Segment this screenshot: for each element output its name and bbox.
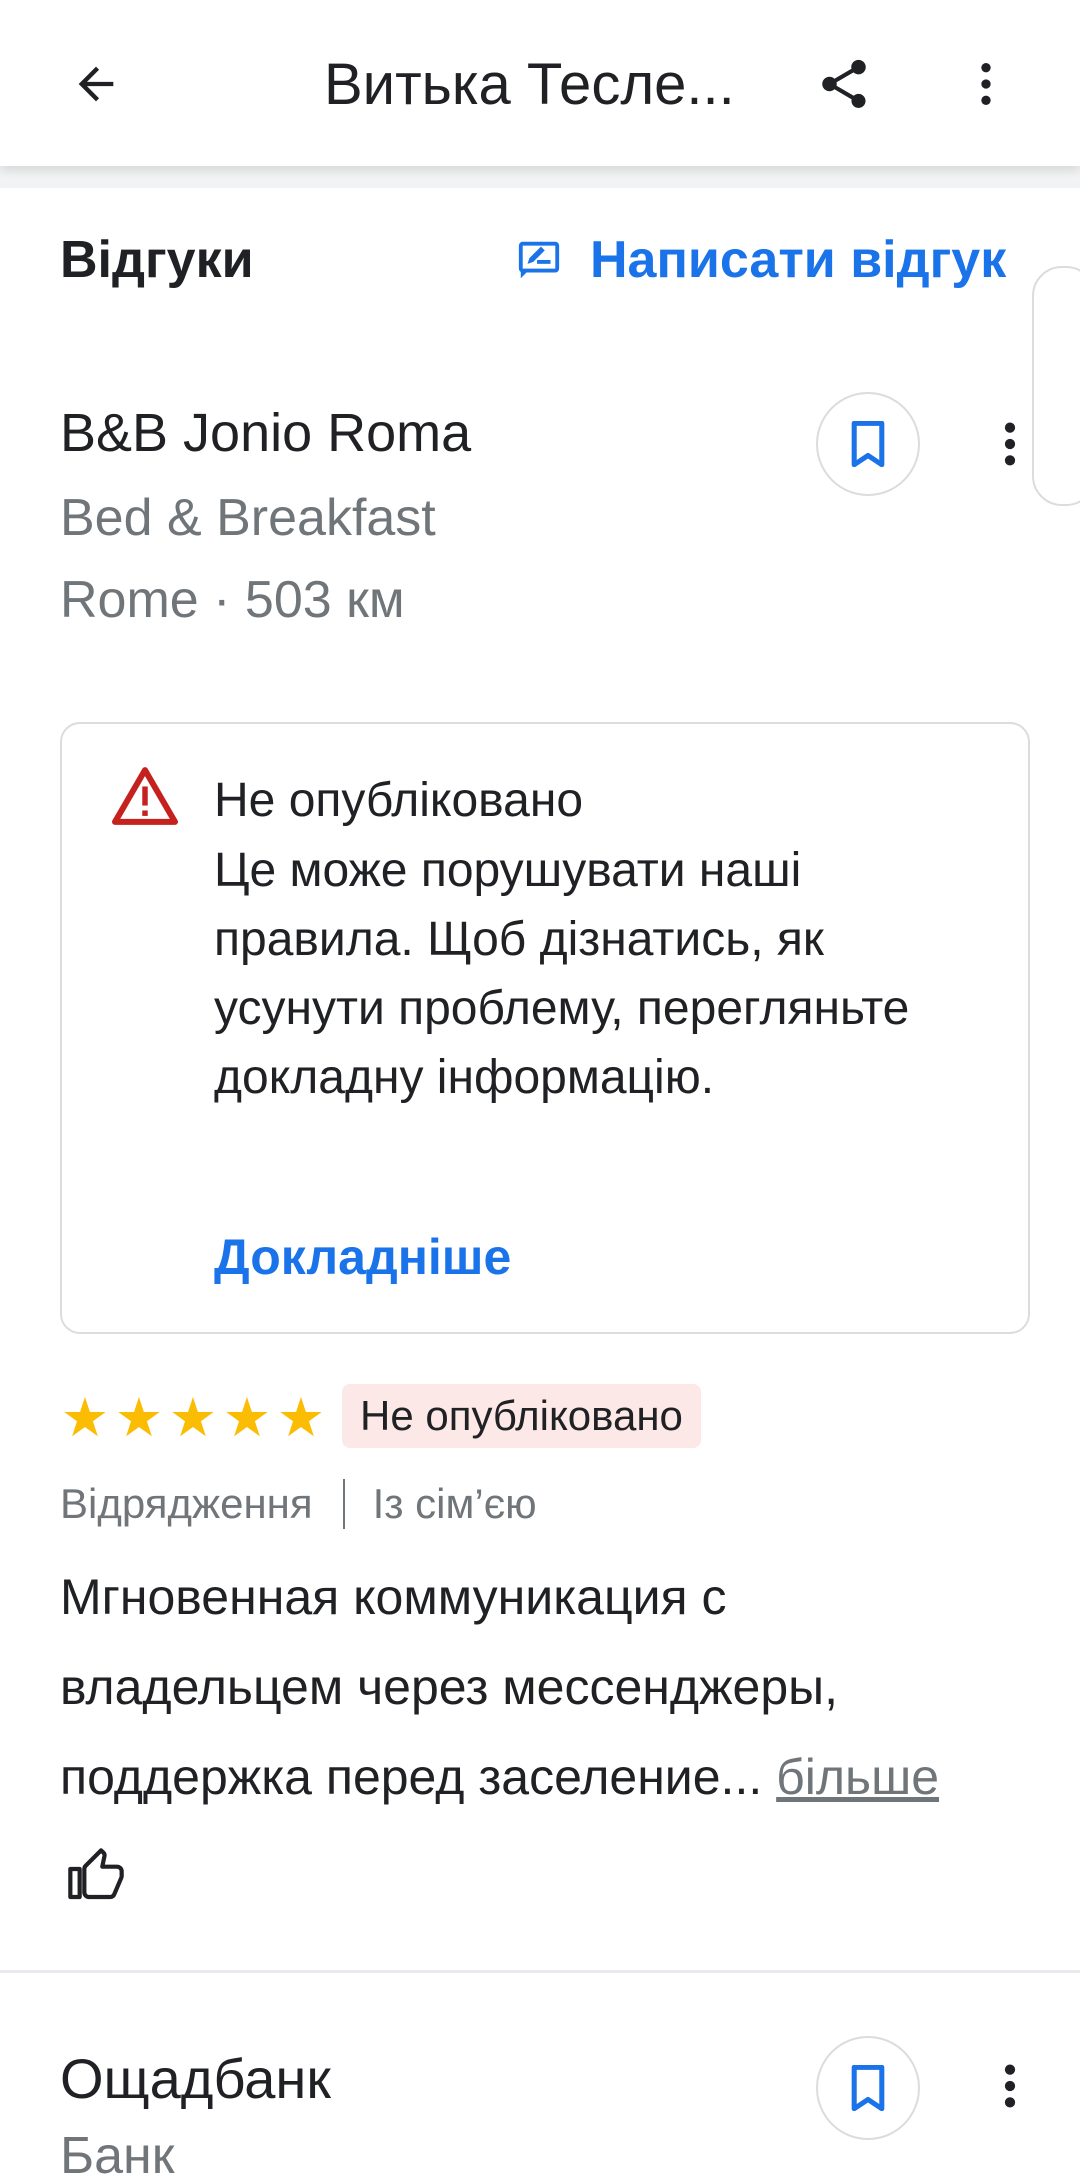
appbar-shadow-band [0, 166, 1080, 188]
more-vert-icon [981, 63, 991, 105]
rate-review-icon [516, 236, 564, 284]
review-options-button[interactable] [990, 404, 1030, 484]
place-type: Банк [60, 2127, 175, 2174]
top-app-bar: Витька Теслe... [0, 0, 1080, 166]
more-options-button[interactable] [950, 48, 1022, 120]
star-icon: ★ [276, 1388, 326, 1448]
warning-body: Це може порушувати наші правила. Щоб діз… [214, 844, 910, 1104]
place-location: Rome · 503 км [60, 571, 405, 629]
learn-more-link[interactable]: Докладніше [214, 1224, 511, 1290]
review-page: Витька Теслe... Відгуки Написати відгук … [0, 0, 1080, 2174]
save-place-button[interactable] [816, 392, 920, 496]
tag-business-trip: Відрядження [60, 1480, 313, 1527]
place-name[interactable]: Ощадбанк [60, 2044, 331, 2114]
not-published-card: Не опубліковано Це може порушувати наші … [60, 722, 1030, 1334]
review-text: Мгновенная коммуникация с владельцем чер… [60, 1552, 1050, 1822]
bookmark-icon [851, 2065, 885, 2111]
arrow-back-icon [78, 66, 114, 102]
bookmark-icon [851, 421, 885, 467]
review-text-line-3: поддержка перед заселение... [60, 1749, 763, 1805]
more-link[interactable]: більше [776, 1749, 939, 1805]
star-icon: ★ [168, 1388, 218, 1448]
page-title: Витька Теслe... [324, 52, 735, 117]
place-name[interactable]: B&B Jonio Roma [60, 398, 471, 468]
review-tags: Відрядження Із сім’єю [60, 1474, 537, 1534]
review-divider [0, 1970, 1080, 1973]
warning-title: Не опубліковано [214, 774, 584, 827]
section-title: Відгуки [60, 231, 254, 289]
share-icon [822, 59, 866, 108]
scroll-handle[interactable] [1032, 266, 1080, 506]
review-text-line: поддержка перед заселение... більше [60, 1732, 1050, 1822]
thumb-up-icon [68, 1848, 124, 1900]
star-icon: ★ [222, 1388, 272, 1448]
status-badge: Не опубліковано [342, 1384, 701, 1448]
share-button[interactable] [808, 48, 880, 120]
warning-icon [112, 767, 178, 825]
review-options-button[interactable] [990, 2046, 1030, 2126]
place-type: Bed & Breakfast [60, 489, 436, 547]
star-icon: ★ [114, 1388, 164, 1448]
review-text-line: Мгновенная коммуникация с [60, 1569, 727, 1625]
write-review-label: Написати відгук [590, 231, 1007, 289]
more-vert-icon [1004, 2064, 1016, 2108]
more-vert-icon [1004, 422, 1016, 466]
save-place-button[interactable] [816, 2036, 920, 2140]
back-button[interactable] [60, 48, 132, 120]
star-rating: ★ ★ ★ ★ ★ [58, 1388, 328, 1448]
review-text-line: владельцем через мессенджеры, [60, 1659, 838, 1715]
like-button[interactable] [60, 1840, 132, 1912]
tag-with-family: Із сім’єю [372, 1480, 537, 1527]
star-icon: ★ [60, 1388, 110, 1448]
write-review-button[interactable]: Написати відгук [516, 228, 1006, 292]
tag-separator [342, 1479, 345, 1529]
